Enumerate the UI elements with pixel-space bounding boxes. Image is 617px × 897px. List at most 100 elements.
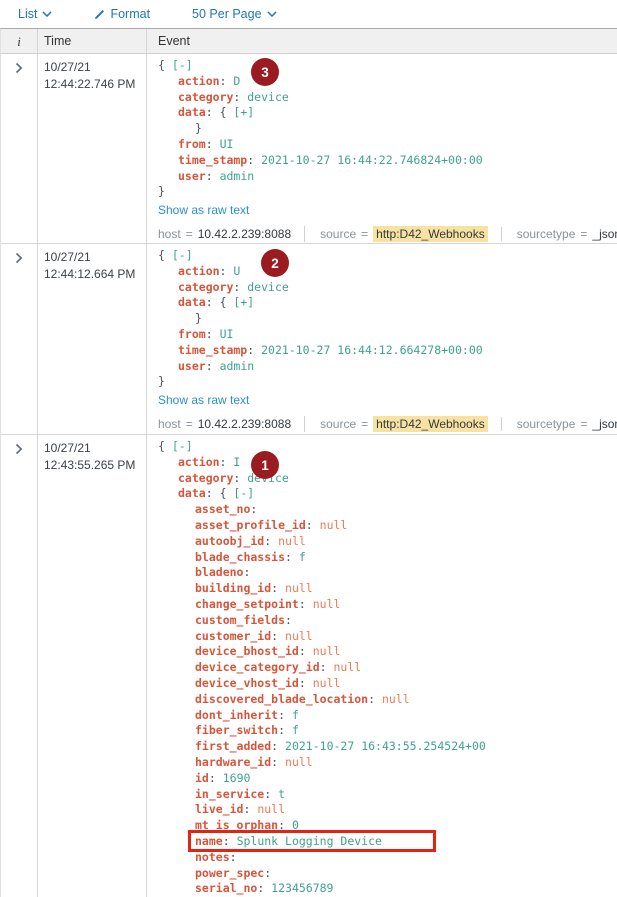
json-expand-toggle[interactable]: [-]: [172, 58, 193, 72]
json-punct: :: [299, 676, 313, 690]
expand-chevron-icon[interactable]: [15, 61, 23, 79]
json-value[interactable]: f: [292, 723, 299, 737]
json-expand-toggle[interactable]: [-]: [233, 486, 254, 500]
field-value[interactable]: _json: [592, 227, 617, 241]
json-null-value[interactable]: null: [313, 644, 341, 658]
field-label[interactable]: sourcetype: [517, 227, 576, 241]
per-page-button[interactable]: 50 Per Page: [192, 7, 277, 21]
events-table: i Time Event 10/27/2112:44:22.746 PM{ [-…: [0, 28, 617, 897]
json-value[interactable]: I: [233, 455, 240, 469]
json-brace: }: [195, 311, 202, 325]
field-value[interactable]: http:D42_Webhooks: [373, 416, 488, 432]
json-punct: :: [278, 708, 292, 722]
json-punct: :: [264, 866, 271, 880]
list-view-button[interactable]: List: [18, 7, 52, 21]
json-null-value[interactable]: null: [313, 597, 341, 611]
json-punct: :: [220, 264, 234, 278]
json-null-value[interactable]: null: [278, 534, 306, 548]
json-punct: :: [220, 74, 234, 88]
header-info-column: i: [1, 29, 38, 53]
json-value[interactable]: 1690: [223, 771, 251, 785]
json-value[interactable]: 0: [292, 818, 299, 832]
json-expand-toggle[interactable]: [+]: [233, 105, 254, 119]
json-value[interactable]: Splunk Logging Device: [237, 834, 382, 848]
json-punct: :: [285, 550, 299, 564]
json-key: id: [195, 771, 209, 785]
json-key: time_stamp: [178, 343, 247, 357]
event-time-text: 12:44:22.746 PM: [44, 76, 146, 93]
json-key: device_bhost_id: [195, 644, 299, 658]
json-key: blade_chassis: [195, 550, 285, 564]
json-line: discovered_blade_location: null: [158, 692, 609, 708]
json-punct: :: [206, 137, 220, 151]
expand-chevron-icon[interactable]: [15, 251, 23, 269]
json-value[interactable]: D: [233, 74, 240, 88]
json-line: }: [158, 121, 617, 137]
json-line: blade_chassis: f: [158, 550, 609, 566]
json-key: fiber_switch: [195, 723, 278, 737]
json-value[interactable]: 2021-10-27 16:44:22.746824+00:00: [261, 153, 483, 167]
json-value[interactable]: t: [278, 787, 285, 801]
json-key: data: [178, 486, 206, 500]
field-value[interactable]: _json: [592, 417, 617, 431]
json-value[interactable]: device: [247, 90, 289, 104]
json-null-value[interactable]: null: [285, 755, 313, 769]
field-value[interactable]: http:D42_Webhooks: [373, 226, 488, 242]
json-line: notes:: [158, 850, 609, 866]
json-value[interactable]: U: [233, 264, 240, 278]
json-punct: :: [368, 692, 382, 706]
json-value[interactable]: f: [299, 550, 306, 564]
json-punct: :: [278, 818, 292, 832]
field-equals: =: [580, 227, 587, 241]
json-value[interactable]: device: [247, 280, 289, 294]
json-value[interactable]: f: [292, 708, 299, 722]
show-raw-text-link[interactable]: Show as raw text: [158, 393, 249, 408]
json-key: user: [178, 169, 206, 183]
json-null-value[interactable]: null: [257, 802, 285, 816]
json-null-value[interactable]: null: [285, 581, 313, 595]
json-key: user: [178, 359, 206, 373]
json-null-value[interactable]: null: [313, 676, 341, 690]
json-punct: :: [206, 327, 220, 341]
expand-chevron-icon[interactable]: [15, 442, 23, 460]
json-key: category: [178, 471, 233, 485]
json-line: device_bhost_id: null: [158, 644, 609, 660]
json-null-value[interactable]: null: [382, 692, 410, 706]
json-key: asset_no: [195, 502, 250, 516]
json-key: mt_is_orphan: [195, 818, 278, 832]
json-null-value[interactable]: null: [320, 518, 348, 532]
show-raw-text-link[interactable]: Show as raw text: [158, 203, 249, 218]
field-label[interactable]: sourcetype: [517, 417, 576, 431]
event-row: 10/27/2112:44:22.746 PM{ [-]action: Dcat…: [1, 54, 617, 244]
field-value[interactable]: 10.42.2.239:8088: [198, 227, 291, 241]
field-label[interactable]: source: [320, 417, 356, 431]
json-value[interactable]: 123456789: [271, 881, 333, 895]
json-expand-toggle[interactable]: [+]: [233, 295, 254, 309]
json-value[interactable]: 2021-10-27 16:43:55.254524+00: [285, 739, 486, 753]
json-value[interactable]: UI: [220, 327, 234, 341]
field-value[interactable]: 10.42.2.239:8088: [198, 417, 291, 431]
json-expand-toggle[interactable]: [-]: [172, 248, 193, 262]
json-value[interactable]: admin: [220, 169, 255, 183]
json-null-value[interactable]: null: [333, 660, 361, 674]
json-punct: :: [243, 802, 257, 816]
json-expand-toggle[interactable]: [-]: [172, 439, 193, 453]
event-row: 10/27/2112:44:12.664 PM{ [-]action: Ucat…: [1, 244, 617, 435]
json-value[interactable]: 2021-10-27 16:44:12.664278+00:00: [261, 343, 483, 357]
json-key: data: [178, 105, 206, 119]
event-json: { [-]action: Dcategory: devicedata: { [+…: [158, 58, 617, 200]
json-key: bladeno: [195, 565, 243, 579]
json-value[interactable]: UI: [220, 137, 234, 151]
json-key: hardware_id: [195, 755, 271, 769]
json-null-value[interactable]: null: [285, 629, 313, 643]
field-label[interactable]: source: [320, 227, 356, 241]
json-punct: :: [264, 787, 278, 801]
json-key: asset_profile_id: [195, 518, 306, 532]
json-line: from: UI: [158, 327, 617, 343]
field-label[interactable]: host: [158, 227, 181, 241]
field-source: source=http:D42_Webhooks: [304, 416, 488, 432]
field-label[interactable]: host: [158, 417, 181, 431]
json-key: from: [178, 327, 206, 341]
json-value[interactable]: admin: [220, 359, 255, 373]
format-button[interactable]: Format: [94, 7, 150, 21]
